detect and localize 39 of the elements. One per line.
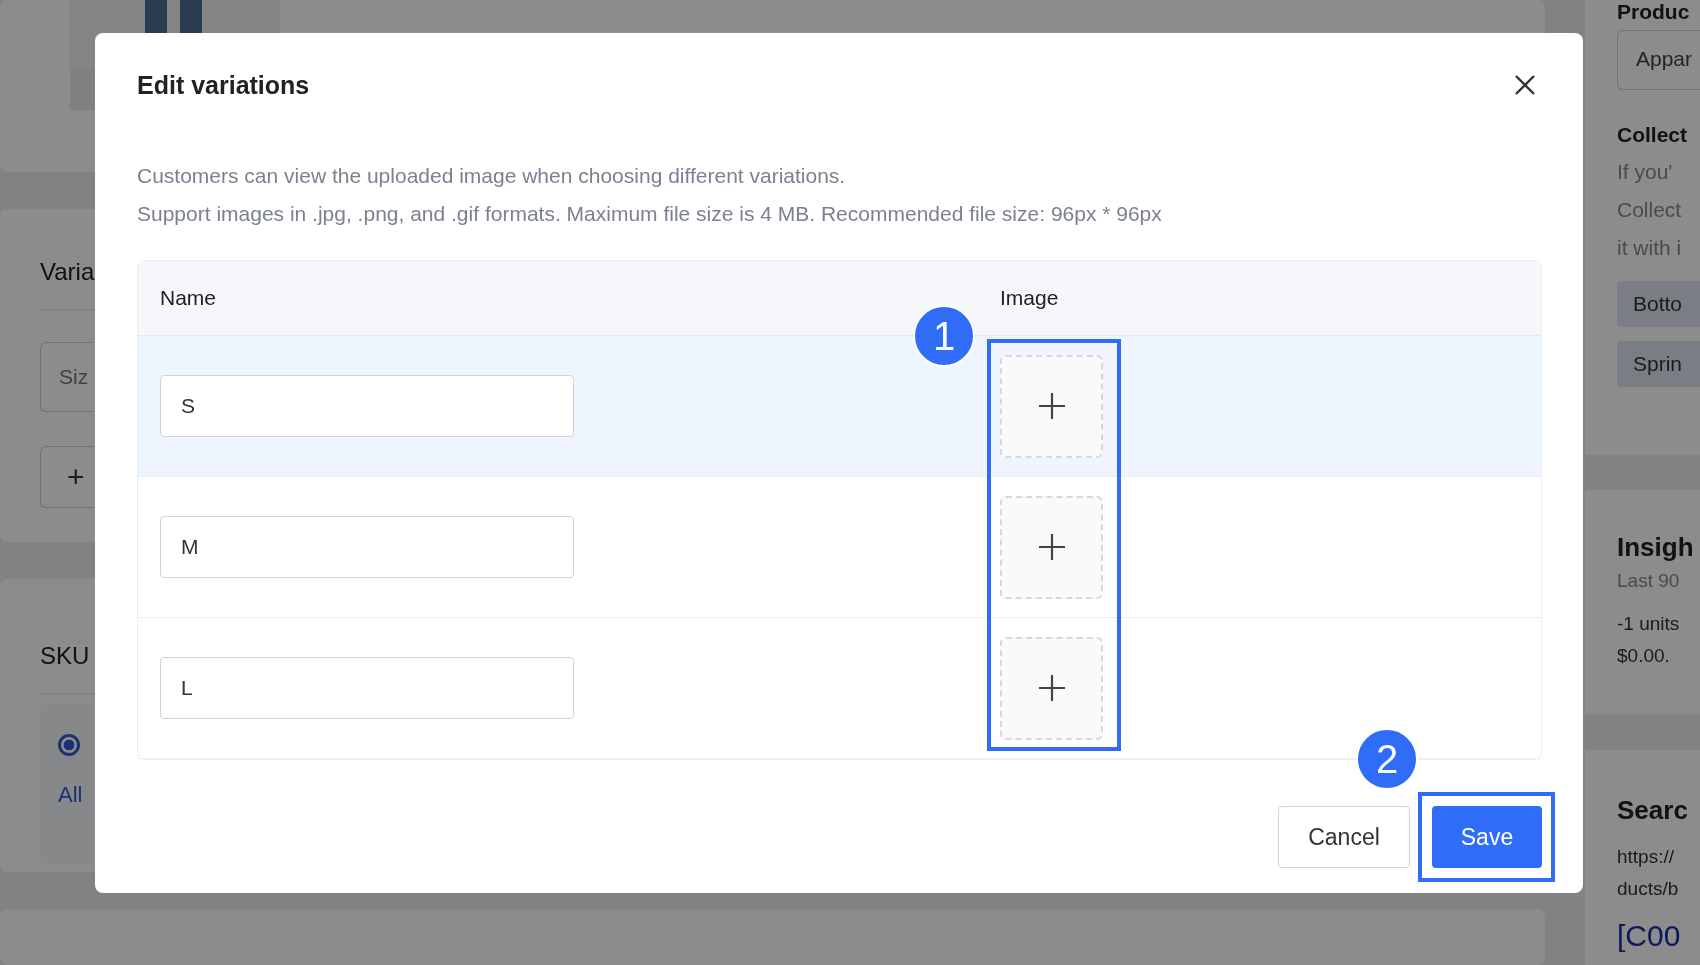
url-text: ducts/b	[1617, 877, 1680, 901]
section-title: Collect	[1617, 123, 1688, 148]
upload-button[interactable]	[1000, 636, 1103, 740]
save-button[interactable]: Save	[1432, 806, 1542, 868]
section-title: Insigh	[1617, 532, 1695, 564]
collection-tag[interactable]: Botto	[1617, 281, 1700, 327]
cancel-button[interactable]: Cancel	[1278, 806, 1410, 868]
insight-text: $0.00.	[1617, 644, 1671, 668]
category-field[interactable]: Appar	[1617, 30, 1700, 90]
description-text: Support images in .jpg, .png, and .gif formats. Maximum file size is 4 MB. Recommended file size: 96px * 96px	[137, 201, 1163, 227]
radio-button[interactable]	[58, 733, 80, 756]
section-title: Varia	[40, 257, 96, 288]
column-header: Name	[160, 286, 217, 309]
dialog-title: Edit variations	[137, 70, 310, 100]
help-text: If you'	[1617, 159, 1674, 185]
insight-text: -1 units	[1617, 612, 1681, 636]
plus-icon	[1036, 532, 1067, 562]
url-text: https://	[1617, 845, 1676, 869]
help-text: Collect	[1617, 197, 1683, 223]
upload-button[interactable]	[1000, 354, 1103, 458]
close-icon[interactable]	[1513, 73, 1537, 97]
upload-button[interactable]	[1000, 495, 1103, 599]
name-field[interactable]: L	[160, 657, 574, 719]
field-label: Produc	[1617, 0, 1691, 24]
help-text: it with i	[1617, 235, 1683, 261]
add-button[interactable]: +	[40, 446, 94, 509]
collection-tag[interactable]: Sprin	[1617, 341, 1700, 387]
section-title: Searc	[1617, 795, 1689, 827]
description-text: Customers can view the uploaded image when choosing different variations.	[137, 163, 847, 189]
preview-title: [C00	[1617, 919, 1682, 953]
step-badge: 2	[1356, 728, 1418, 790]
plus-icon	[1036, 391, 1067, 421]
column-header: Image	[1000, 286, 1059, 309]
plus-icon	[1036, 673, 1067, 703]
section-title: SKU	[40, 640, 91, 671]
period-text: Last 90	[1617, 569, 1681, 593]
table-row[interactable]: M	[138, 477, 1541, 618]
name-field[interactable]: M	[160, 516, 574, 578]
name-field[interactable]: S	[160, 375, 574, 437]
